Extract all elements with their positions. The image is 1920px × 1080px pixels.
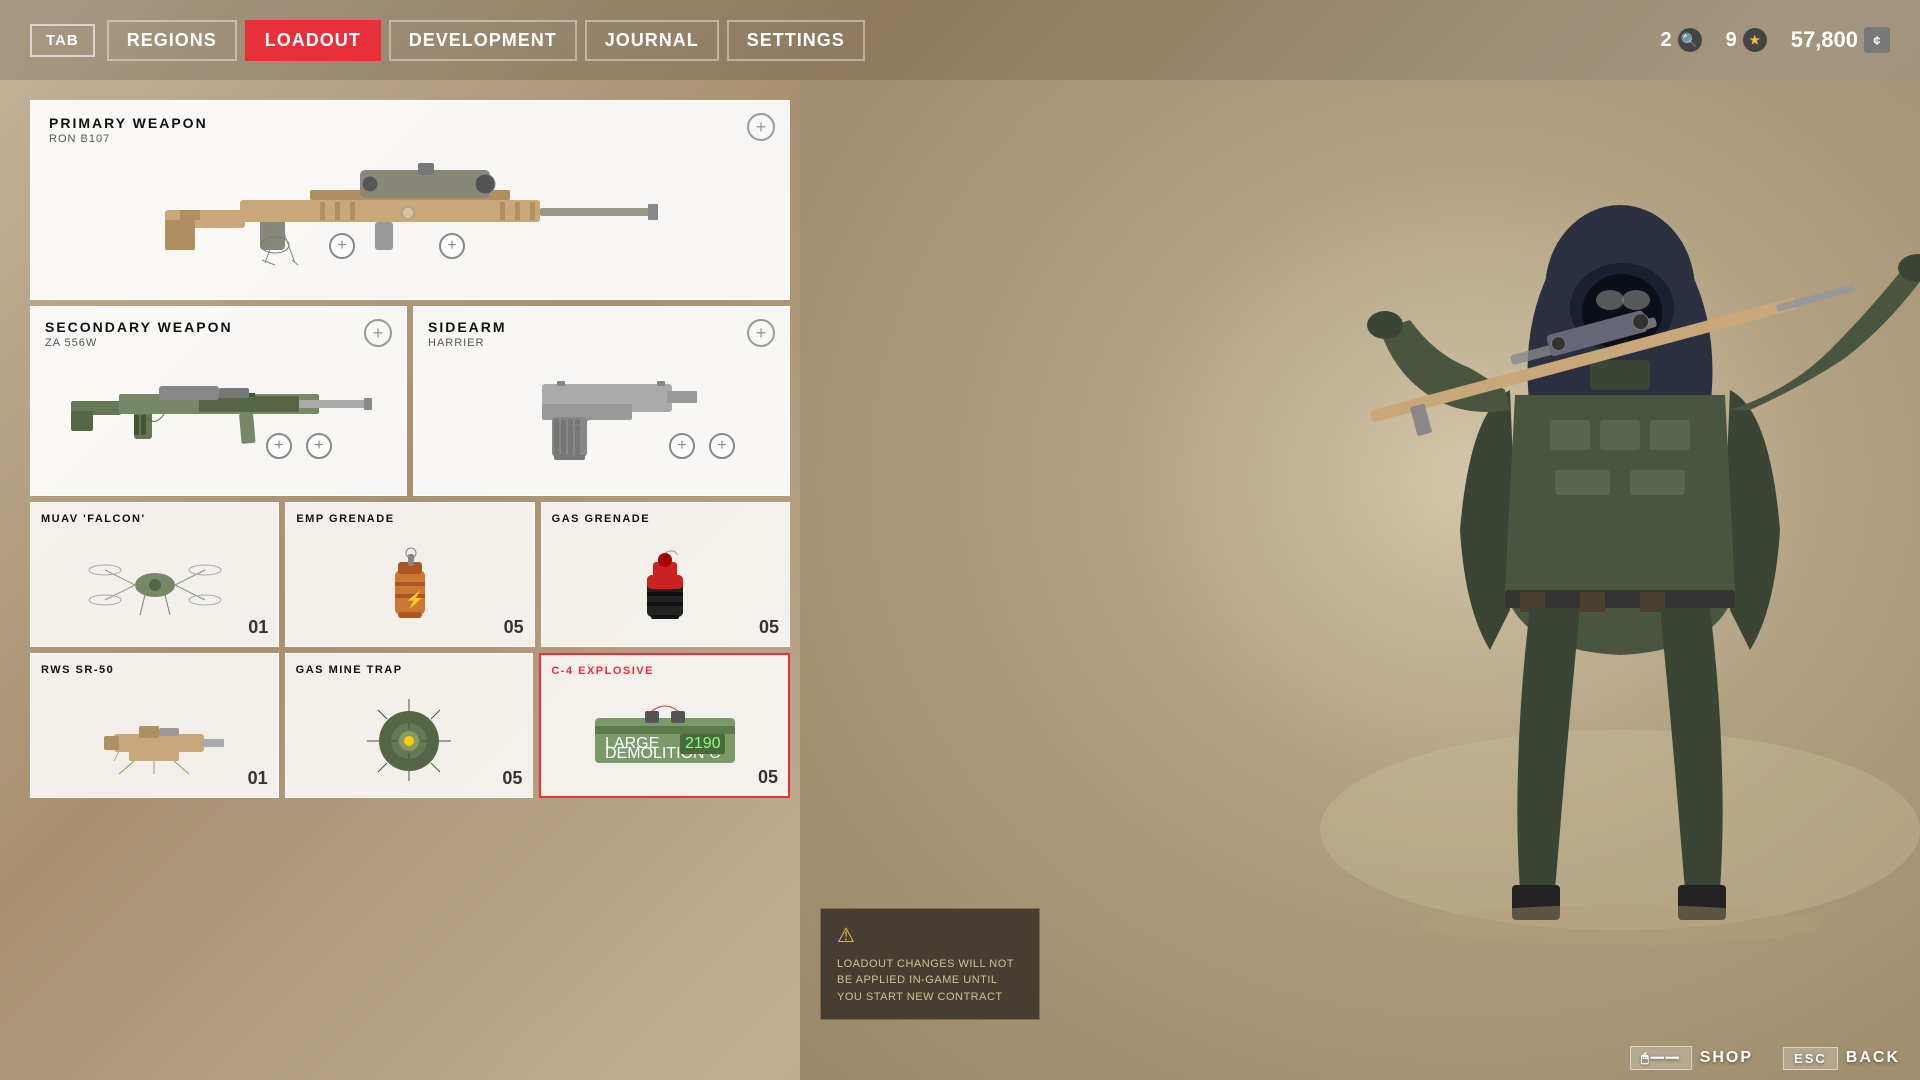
character-silhouette bbox=[1270, 130, 1920, 1030]
muav-icon bbox=[85, 545, 225, 625]
equip-gas-mine-trap[interactable]: GAS MINE TRAP bbox=[285, 653, 534, 798]
warning-text: LOADOUT CHANGES WILL NOT BE APPLIED IN-G… bbox=[837, 956, 1023, 1006]
equip-emp-grenade[interactable]: EMP GRENADE ⚡ bbox=[285, 502, 534, 647]
currency-value: 57,800 bbox=[1791, 27, 1858, 53]
back-button[interactable]: ESC BACK bbox=[1783, 1047, 1900, 1070]
intel-value: 2 bbox=[1660, 29, 1671, 52]
gas-grenade-title: GAS GRENADE bbox=[552, 513, 779, 525]
gas-grenade-count: 05 bbox=[759, 617, 779, 638]
gas-mine-count: 05 bbox=[502, 768, 522, 789]
equip-gas-grenade[interactable]: GAS GRENADE bbox=[541, 502, 790, 647]
c4-explosive-image: LARGE DEMOLITION C 2190 bbox=[551, 681, 778, 790]
rws-sr50-count: 01 bbox=[248, 768, 268, 789]
weapons-row: SECONDARY WEAPON ZA 556W + bbox=[30, 306, 790, 496]
equip-c4-explosive[interactable]: C-4 EXPLOSIVE LARGE DEMOLITION C bbox=[539, 653, 790, 798]
sidearm-label: SIDEARM bbox=[428, 319, 775, 335]
c4-explosive-title: C-4 EXPLOSIVE bbox=[551, 665, 778, 677]
stars-stat: 9 ★ bbox=[1726, 28, 1767, 52]
shop-key: 🖱━━ bbox=[1630, 1046, 1692, 1070]
loadout-main: PRIMARY WEAPON RON B107 + bbox=[30, 80, 790, 1060]
nav-regions[interactable]: REGIONS bbox=[107, 20, 237, 61]
sidearm-add-button[interactable]: + bbox=[747, 319, 775, 347]
bottom-nav: 🖱━━ SHOP ESC BACK bbox=[1630, 1046, 1900, 1070]
sidearm-display: + + bbox=[428, 349, 775, 469]
emp-grenade-image: ⚡ bbox=[296, 529, 523, 640]
nav-loadout[interactable]: LOADOUT bbox=[245, 20, 381, 61]
stats-area: 2 🔍 9 ★ 57,800 ¢ bbox=[1660, 27, 1890, 53]
equip-muav-falcon[interactable]: MUAV 'FALCON' bbox=[30, 502, 279, 647]
warning-box: ⚠ LOADOUT CHANGES WILL NOT BE APPLIED IN… bbox=[820, 908, 1040, 1021]
svg-text:2190: 2190 bbox=[685, 735, 721, 752]
gas-mine-icon bbox=[354, 691, 464, 781]
primary-weapon-panel: PRIMARY WEAPON RON B107 + bbox=[30, 100, 790, 300]
muav-falcon-count: 01 bbox=[248, 617, 268, 638]
sidearm-attachment-btn-2[interactable]: + bbox=[709, 433, 735, 459]
muav-falcon-title: MUAV 'FALCON' bbox=[41, 513, 268, 525]
shop-label: SHOP bbox=[1700, 1049, 1753, 1067]
stars-value: 9 bbox=[1726, 29, 1737, 52]
gas-mine-trap-image bbox=[296, 680, 523, 791]
primary-weapon-name: RON B107 bbox=[49, 133, 771, 145]
gas-mine-trap-title: GAS MINE TRAP bbox=[296, 664, 523, 676]
c4-icon: LARGE DEMOLITION C 2190 bbox=[585, 696, 745, 776]
attachment-btn-1[interactable]: + bbox=[329, 233, 355, 259]
secondary-weapon-label: SECONDARY WEAPON bbox=[45, 319, 392, 335]
secondary-weapon-display: + + bbox=[45, 349, 392, 469]
gas-grenade-icon bbox=[625, 540, 705, 630]
emp-grenade-count: 05 bbox=[504, 617, 524, 638]
attachment-btn-2[interactable]: + bbox=[439, 233, 465, 259]
primary-weapon-display: + + bbox=[49, 145, 771, 275]
primary-weapon-image bbox=[160, 155, 660, 265]
gas-grenade-image bbox=[552, 529, 779, 640]
main-nav: TAB REGIONS LOADOUT DEVELOPMENT JOURNAL … bbox=[0, 0, 1920, 80]
equip-rws-sr50[interactable]: RWS SR-50 bbox=[30, 653, 279, 798]
secondary-attachment-btn-2[interactable]: + bbox=[306, 433, 332, 459]
nav-journal[interactable]: JOURNAL bbox=[585, 20, 719, 61]
svg-text:⚡: ⚡ bbox=[405, 590, 425, 609]
secondary-weapon-panel: SECONDARY WEAPON ZA 556W + bbox=[30, 306, 407, 496]
currency-stat: 57,800 ¢ bbox=[1791, 27, 1890, 53]
nav-settings[interactable]: SETTINGS bbox=[727, 20, 865, 61]
rws-icon bbox=[84, 696, 224, 776]
rws-sr50-image bbox=[41, 680, 268, 791]
stars-icon: ★ bbox=[1743, 28, 1767, 52]
secondary-weapon-name: ZA 556W bbox=[45, 337, 392, 349]
sidearm-attachment-btn-1[interactable]: + bbox=[669, 433, 695, 459]
primary-weapon-add-button[interactable]: + bbox=[747, 113, 775, 141]
c4-count: 05 bbox=[758, 767, 778, 788]
sidearm-panel: SIDEARM HARRIER + bbox=[413, 306, 790, 496]
intel-stat: 2 🔍 bbox=[1660, 28, 1701, 52]
emp-grenade-title: EMP GRENADE bbox=[296, 513, 523, 525]
primary-weapon-label: PRIMARY WEAPON bbox=[49, 115, 771, 131]
equipment-row-1: MUAV 'FALCON' bbox=[30, 502, 790, 647]
emp-grenade-icon: ⚡ bbox=[370, 540, 450, 630]
warning-icon: ⚠ bbox=[837, 923, 1023, 948]
secondary-attachment-btn-1[interactable]: + bbox=[266, 433, 292, 459]
sidearm-name: HARRIER bbox=[428, 337, 775, 349]
character-area: ⚠ LOADOUT CHANGES WILL NOT BE APPLIED IN… bbox=[800, 80, 1920, 1080]
back-label: BACK bbox=[1846, 1049, 1900, 1067]
intel-icon: 🔍 bbox=[1678, 28, 1702, 52]
secondary-weapon-add-button[interactable]: + bbox=[364, 319, 392, 347]
tab-key-button[interactable]: TAB bbox=[30, 24, 95, 57]
muav-falcon-image bbox=[41, 529, 268, 640]
shop-button[interactable]: 🖱━━ SHOP bbox=[1630, 1046, 1753, 1070]
equipment-row-2: RWS SR-50 bbox=[30, 653, 790, 798]
nav-development[interactable]: DEVELOPMENT bbox=[389, 20, 577, 61]
back-key: ESC bbox=[1783, 1047, 1838, 1070]
rws-sr50-title: RWS SR-50 bbox=[41, 664, 268, 676]
currency-icon: ¢ bbox=[1864, 27, 1890, 53]
